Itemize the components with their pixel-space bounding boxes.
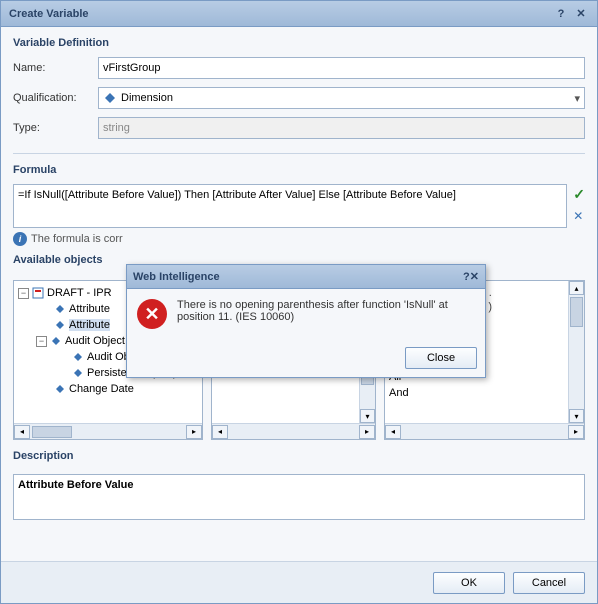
name-row: Name: bbox=[13, 57, 585, 79]
dialog-footer: OK Cancel bbox=[1, 561, 597, 603]
info-text: The formula is corr bbox=[31, 233, 123, 245]
cancel-button[interactable]: Cancel bbox=[513, 572, 585, 594]
type-row: Type: bbox=[13, 117, 585, 139]
dimension-icon bbox=[54, 303, 66, 315]
dimension-icon bbox=[72, 367, 84, 379]
close-icon[interactable]: ✕ bbox=[470, 270, 479, 283]
scroll-down-icon[interactable]: ▾ bbox=[360, 409, 375, 423]
variable-definition-title: Variable Definition bbox=[13, 37, 585, 49]
horizontal-scrollbar[interactable]: ◂ ▸ bbox=[14, 423, 202, 439]
formula-input[interactable]: =If IsNull([Attribute Before Value]) The… bbox=[13, 184, 567, 228]
type-label: Type: bbox=[13, 122, 88, 134]
create-variable-dialog: Create Variable ? ✕ Variable Definition … bbox=[0, 0, 598, 604]
description-box: Attribute Before Value bbox=[13, 474, 585, 520]
scroll-down-icon[interactable]: ▾ bbox=[569, 409, 584, 423]
scroll-right-icon[interactable]: ▸ bbox=[568, 425, 584, 439]
error-message: There is no opening parenthesis after fu… bbox=[177, 299, 475, 329]
qualification-row: Qualification: Dimension ▾ bbox=[13, 87, 585, 109]
horizontal-scrollbar[interactable]: ◂ ▸ bbox=[385, 423, 584, 439]
formula-title: Formula bbox=[13, 164, 585, 176]
clear-icon[interactable]: ✕ bbox=[573, 209, 585, 223]
scroll-right-icon[interactable]: ▸ bbox=[359, 425, 375, 439]
error-titlebar: Web Intelligence ? ✕ bbox=[127, 265, 485, 289]
dimension-icon bbox=[54, 319, 66, 331]
dimension-icon bbox=[72, 351, 84, 363]
tree-item[interactable]: Change Date bbox=[18, 381, 198, 397]
operator-item[interactable]: And bbox=[389, 387, 562, 403]
close-icon[interactable]: ✕ bbox=[573, 6, 589, 22]
scroll-left-icon[interactable]: ◂ bbox=[14, 425, 30, 439]
name-input[interactable] bbox=[98, 57, 585, 79]
scroll-left-icon[interactable]: ◂ bbox=[385, 425, 401, 439]
qualification-select[interactable]: Dimension ▾ bbox=[98, 87, 585, 109]
error-icon: ✕ bbox=[137, 299, 167, 329]
dimension-icon bbox=[103, 91, 117, 105]
report-icon bbox=[32, 287, 44, 299]
titlebar: Create Variable ? ✕ bbox=[1, 1, 597, 27]
scroll-right-icon[interactable]: ▸ bbox=[186, 425, 202, 439]
divider bbox=[13, 153, 585, 154]
help-icon[interactable]: ? bbox=[463, 271, 470, 283]
tree-root-label: DRAFT - IPR bbox=[47, 287, 112, 299]
error-footer: Close bbox=[127, 339, 485, 377]
description-text: Attribute Before Value bbox=[18, 479, 134, 491]
vertical-scrollbar[interactable]: ▴ ▾ bbox=[568, 281, 584, 423]
dimension-icon bbox=[50, 335, 62, 347]
help-icon[interactable]: ? bbox=[553, 6, 569, 22]
error-title: Web Intelligence bbox=[133, 271, 463, 283]
name-label: Name: bbox=[13, 62, 88, 74]
qualification-label: Qualification: bbox=[13, 92, 88, 104]
close-button[interactable]: Close bbox=[405, 347, 477, 369]
type-input bbox=[98, 117, 585, 139]
error-body: ✕ There is no opening parenthesis after … bbox=[127, 289, 485, 339]
qualification-value: Dimension bbox=[121, 92, 173, 104]
collapse-icon[interactable]: − bbox=[36, 336, 47, 347]
scroll-left-icon[interactable]: ◂ bbox=[212, 425, 228, 439]
ok-button[interactable]: OK bbox=[433, 572, 505, 594]
horizontal-scrollbar[interactable]: ◂ ▸ bbox=[212, 423, 375, 439]
scrollbar-thumb[interactable] bbox=[32, 426, 72, 438]
formula-info: i The formula is corr bbox=[13, 232, 585, 246]
formula-text: =If IsNull([Attribute Before Value]) The… bbox=[18, 189, 456, 201]
dialog-body: Variable Definition Name: Qualification:… bbox=[1, 27, 597, 561]
info-icon: i bbox=[13, 232, 27, 246]
validate-icon[interactable]: ✓ bbox=[573, 186, 585, 203]
scroll-up-icon[interactable]: ▴ bbox=[569, 281, 584, 295]
error-dialog: Web Intelligence ? ✕ ✕ There is no openi… bbox=[126, 264, 486, 378]
dimension-icon bbox=[54, 383, 66, 395]
collapse-icon[interactable]: − bbox=[18, 288, 29, 299]
dialog-title: Create Variable bbox=[9, 8, 549, 20]
scrollbar-thumb[interactable] bbox=[570, 297, 583, 327]
chevron-down-icon: ▾ bbox=[574, 92, 580, 105]
description-title: Description bbox=[13, 450, 585, 462]
